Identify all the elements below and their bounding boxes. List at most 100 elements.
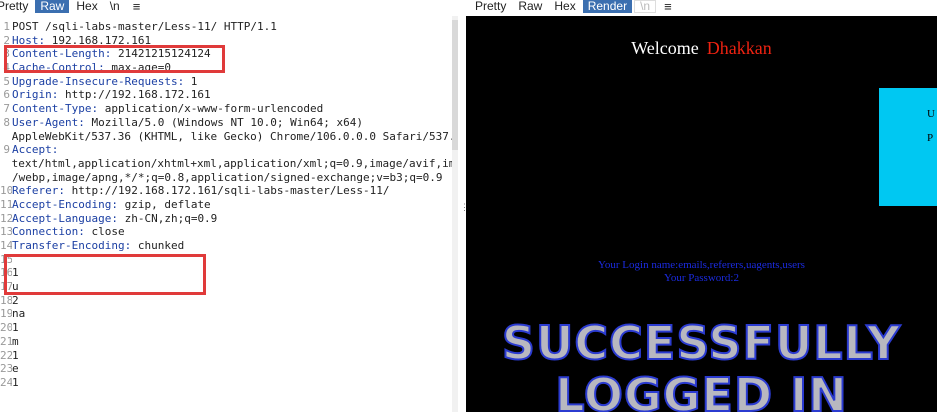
line-number: 10 bbox=[0, 184, 12, 198]
code-line[interactable]: 20 1 bbox=[0, 321, 458, 335]
line-text: Accept-Encoding: gzip, deflate bbox=[12, 198, 211, 212]
code-line[interactable]: 18 2 bbox=[0, 294, 458, 308]
request-view-tabs: Pretty Raw Hex \n ≡ bbox=[0, 0, 146, 13]
line-number: 21 bbox=[0, 334, 12, 348]
line-number: 7 bbox=[3, 102, 10, 116]
line-number bbox=[0, 130, 12, 144]
code-line[interactable]: /webp,image/apng,*/*;q=0.8,application/s… bbox=[0, 171, 458, 185]
header-name: Accept: bbox=[12, 143, 59, 157]
line-number: 11 bbox=[0, 197, 12, 211]
line-number: 6 bbox=[3, 88, 10, 102]
line-text: AppleWebKit/537.36 (KHTML, like Gecko) C… bbox=[11, 129, 458, 143]
tab-pretty[interactable]: Pretty bbox=[470, 0, 511, 13]
header-name: Content-Type: bbox=[12, 102, 99, 116]
line-text: Upgrade-Insecure-Requests: 1 bbox=[12, 75, 197, 89]
header-name: Upgrade-Insecure-Requests: bbox=[12, 74, 185, 88]
line-number: 19 bbox=[0, 307, 12, 321]
line-number: 8 bbox=[3, 115, 10, 129]
line-text: Connection: close bbox=[12, 225, 125, 239]
line-number: 22 bbox=[0, 348, 12, 362]
line-text: m bbox=[12, 334, 19, 348]
code-line[interactable]: 8 User-Agent: Mozilla/5.0 (Windows NT 10.… bbox=[0, 116, 458, 130]
code-line[interactable]: text/html,application/xhtml+xml,applicat… bbox=[0, 157, 458, 171]
code-line[interactable]: 1 POST /sqli-labs-master/Less-11/ HTTP/1.… bbox=[0, 20, 458, 34]
welcome-text: Welcome bbox=[631, 38, 699, 58]
line-number: 1 bbox=[3, 20, 10, 33]
code-line[interactable]: 14 Transfer-Encoding: chunked bbox=[0, 239, 458, 253]
header-name: Accept-Encoding: bbox=[12, 197, 118, 211]
code-line[interactable]: 12 Accept-Language: zh-CN,zh;q=0.9 bbox=[0, 212, 458, 226]
menu-icon[interactable]: ≡ bbox=[658, 0, 678, 13]
response-view-tabs: Pretty Raw Hex Render \n ≡ bbox=[470, 0, 678, 13]
tab-pretty[interactable]: Pretty bbox=[0, 0, 33, 13]
code-line[interactable]: 6 Origin: http://192.168.172.161 bbox=[0, 88, 458, 102]
line-text: e bbox=[12, 362, 19, 376]
tab-raw[interactable]: Raw bbox=[35, 0, 70, 13]
line-text: Referer: http://192.168.172.161/sqli-lab… bbox=[12, 184, 390, 198]
header-value: application/x-www-form-urlencoded bbox=[98, 102, 324, 116]
password-text: Your Password:2 bbox=[664, 272, 739, 284]
line-text: Content-Type: application/x-www-form-url… bbox=[12, 102, 323, 116]
line-number: 20 bbox=[0, 321, 12, 335]
line-text: /webp,image/apng,*/*;q=0.8,application/s… bbox=[12, 170, 443, 184]
line-number bbox=[0, 157, 12, 171]
header-name: Transfer-Encoding: bbox=[12, 239, 132, 252]
code-line[interactable]: 13 Connection: close bbox=[0, 225, 458, 239]
code-line[interactable]: 10 Referer: http://192.168.172.161/sqli-l… bbox=[0, 184, 458, 198]
line-number: 12 bbox=[0, 211, 12, 225]
form-label-char: P bbox=[927, 132, 934, 144]
login-form-box: U P bbox=[879, 88, 937, 206]
code-line[interactable]: 19 na bbox=[0, 307, 458, 321]
line-number: 18 bbox=[0, 293, 12, 307]
line-text: Accept: bbox=[12, 143, 58, 157]
line-number: 23 bbox=[0, 362, 12, 376]
code-line[interactable]: 7 Content-Type: application/x-www-form-ur… bbox=[0, 102, 458, 116]
line-text: Transfer-Encoding: chunked bbox=[12, 239, 184, 253]
line-text: na bbox=[12, 307, 26, 321]
welcome-user: Dhakkan bbox=[706, 38, 772, 58]
line-number bbox=[0, 171, 12, 185]
header-value: http://192.168.172.161/sqli-labs-master/… bbox=[64, 184, 390, 198]
header-value: close bbox=[84, 225, 125, 239]
login-name-text: Your Login name:emails,referers,uagents,… bbox=[598, 259, 805, 271]
code-line[interactable]: 23 e bbox=[0, 362, 458, 376]
line-text: Origin: http://192.168.172.161 bbox=[12, 88, 211, 102]
line-number: 9 bbox=[3, 143, 10, 157]
line-text: 1 bbox=[12, 375, 19, 389]
header-name: Referer: bbox=[12, 184, 65, 198]
line-number: 13 bbox=[0, 225, 12, 239]
line-text: 2 bbox=[12, 293, 19, 307]
line-number: 24 bbox=[0, 375, 12, 389]
code-line[interactable]: 5 Upgrade-Insecure-Requests: 1 bbox=[0, 75, 458, 89]
welcome-heading: Welcome Dhakkan bbox=[466, 38, 937, 59]
code-line[interactable]: 21 m bbox=[0, 335, 458, 349]
tab-newline-toggle: \n bbox=[634, 0, 657, 13]
menu-icon[interactable]: ≡ bbox=[127, 0, 147, 13]
header-value: 1 bbox=[184, 74, 198, 88]
header-name: Accept-Language: bbox=[12, 211, 118, 225]
line-text: POST /sqli-labs-master/Less-11/ HTTP/1.1 bbox=[12, 20, 277, 33]
code-line[interactable]: AppleWebKit/537.36 (KHTML, like Gecko) C… bbox=[0, 130, 458, 144]
header-name: Connection: bbox=[12, 225, 85, 239]
form-label-char: U bbox=[927, 108, 935, 120]
code-line[interactable]: 11 Accept-Encoding: gzip, deflate bbox=[0, 198, 458, 212]
header-value: chunked bbox=[131, 239, 185, 252]
login-info: Your Login name:emails,referers,uagents,… bbox=[466, 259, 937, 285]
header-name: Origin: bbox=[12, 88, 59, 102]
request-body[interactable]: 1 POST /sqli-labs-master/Less-11/ HTTP/1.… bbox=[0, 20, 458, 390]
panel-splitter[interactable]: ⋮ bbox=[458, 0, 469, 412]
code-line[interactable]: 24 1 bbox=[0, 376, 458, 390]
line-number: 5 bbox=[3, 74, 10, 88]
tab-newline-toggle[interactable]: \n bbox=[105, 0, 125, 13]
header-value: gzip, deflate bbox=[117, 197, 211, 211]
success-banner-line2: LOGGED IN bbox=[554, 367, 848, 412]
highlight-content-length bbox=[4, 45, 225, 73]
code-line[interactable]: 9 Accept: bbox=[0, 143, 458, 157]
line-number: 14 bbox=[0, 239, 12, 252]
tab-raw[interactable]: Raw bbox=[513, 0, 547, 13]
tab-hex[interactable]: Hex bbox=[71, 0, 102, 13]
tab-hex[interactable]: Hex bbox=[549, 0, 580, 13]
line-text: Accept-Language: zh-CN,zh;q=0.9 bbox=[12, 212, 217, 226]
code-line[interactable]: 22 1 bbox=[0, 349, 458, 363]
tab-render[interactable]: Render bbox=[582, 0, 633, 13]
